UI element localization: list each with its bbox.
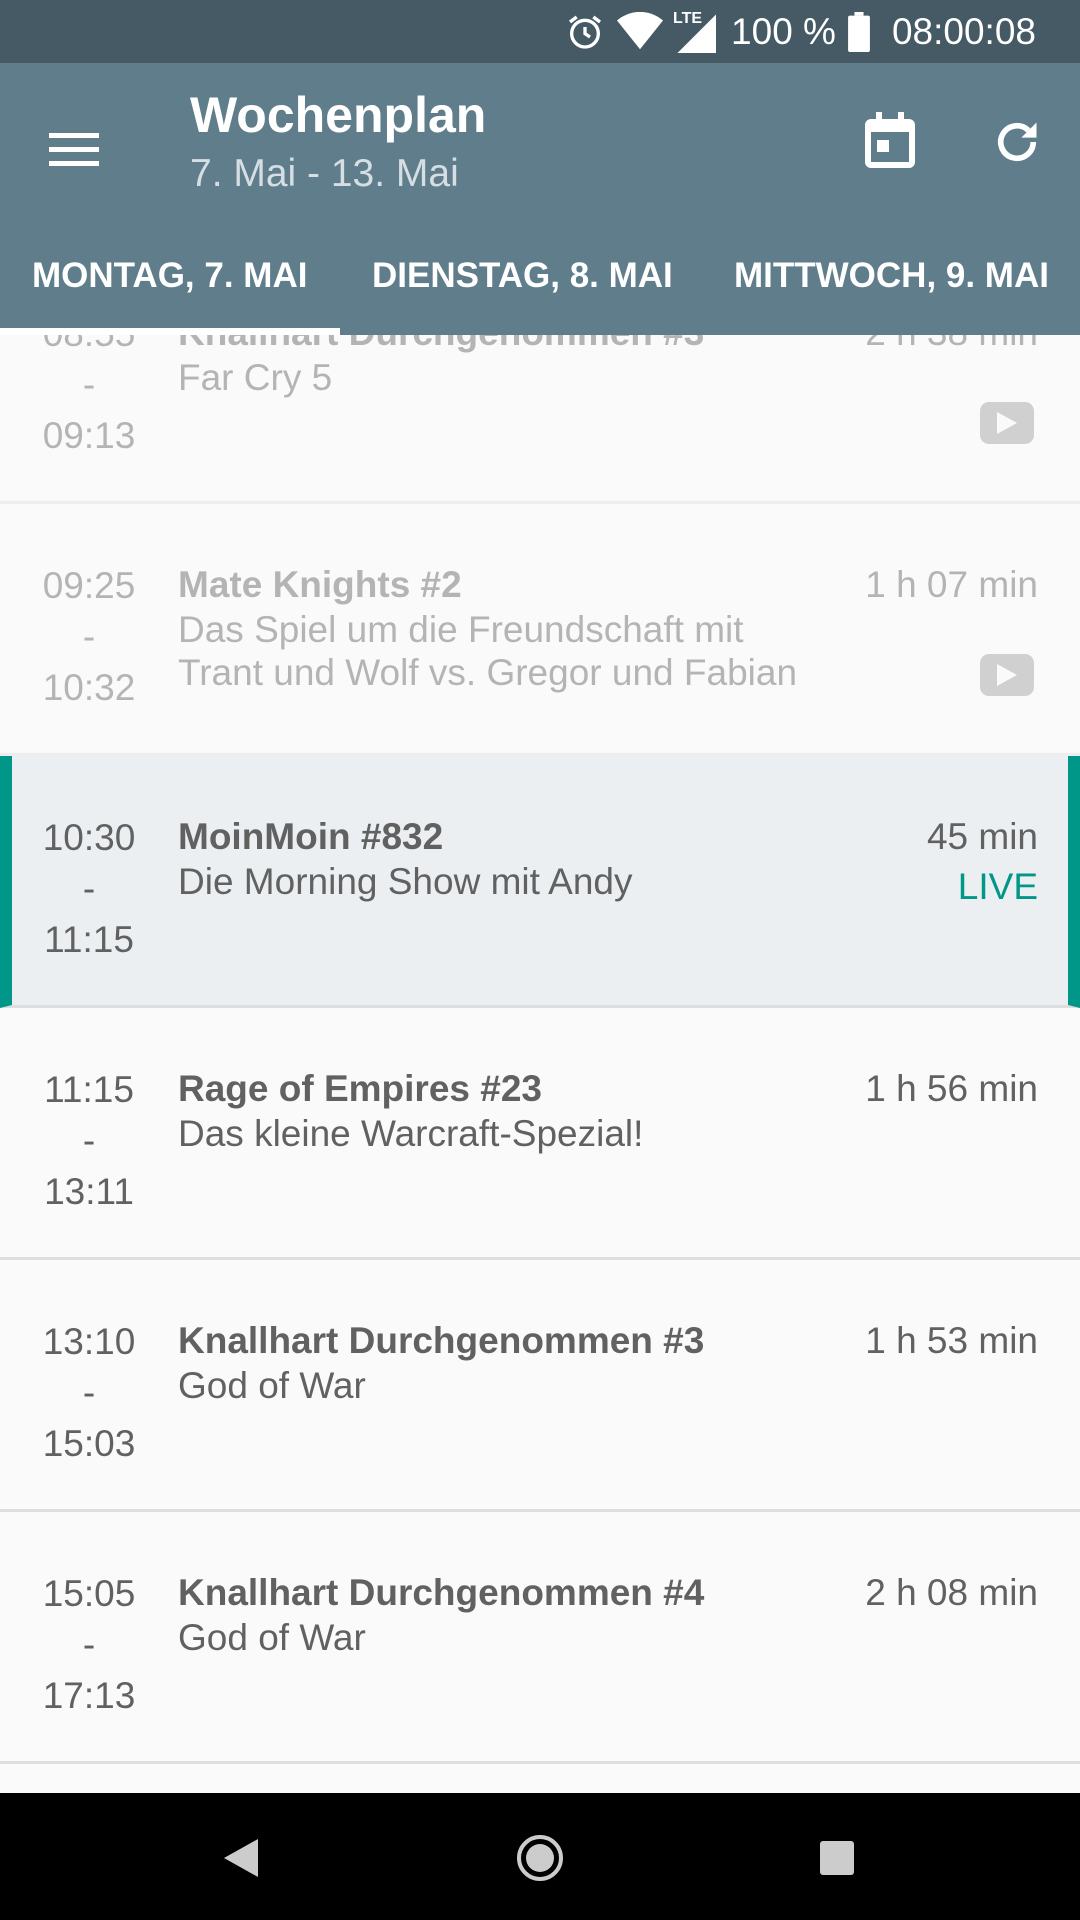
home-icon <box>517 1835 563 1881</box>
show-description: God of War <box>178 1617 366 1658</box>
calendar-icon <box>865 112 915 168</box>
show-duration: 1 h 53 min <box>865 1320 1038 1361</box>
start-time: 10:30 <box>42 817 136 858</box>
end-time: 09:13 <box>42 415 136 456</box>
alarm-icon <box>565 0 605 63</box>
home-button[interactable] <box>505 1823 575 1893</box>
clock: 08:00:08 <box>891 10 1036 52</box>
lte-label: LTE <box>673 10 703 27</box>
time-dash: - <box>82 616 96 657</box>
system-nav-bar <box>0 1793 1080 1920</box>
back-icon <box>224 1839 258 1877</box>
schedule-row[interactable]: 11:15 - 13:11 Rage of Empires #23 Das kl… <box>0 1008 1080 1260</box>
battery-icon <box>848 0 870 63</box>
schedule-row-live[interactable]: 10:30 - 11:15 MoinMoin #832 Die Morning … <box>0 756 1080 1008</box>
show-description: Das Spiel um die Freundschaft mit Trant … <box>178 609 798 693</box>
start-time: 08:55 <box>30 335 148 359</box>
show-duration: 1 h 56 min <box>865 1068 1038 1109</box>
start-time: 11:15 <box>44 1069 134 1110</box>
calendar-button[interactable] <box>858 105 922 175</box>
time-dash: - <box>82 364 96 405</box>
recents-button[interactable] <box>802 1823 872 1893</box>
signal-icon: LTE <box>673 0 717 63</box>
time-dash: - <box>82 1120 96 1161</box>
vod-play-icon[interactable] <box>980 654 1034 696</box>
time-range: 08:55 - 09:13 <box>30 335 148 461</box>
time-range: 11:15 - 13:11 <box>30 1064 148 1217</box>
time-range: 09:25 - 10:32 <box>30 560 148 713</box>
show-title: Mate Knights #2 <box>178 564 462 605</box>
show-description: Das kleine Warcraft-Spezial! <box>178 1113 644 1154</box>
tab-label: MITTWOCH, 9. MAI <box>734 256 1049 295</box>
date-range: 7. Mai - 13. Mai <box>190 152 459 195</box>
time-range: 13:10 - 15:03 <box>30 1316 148 1469</box>
page-title: Wochenplan <box>190 87 487 143</box>
tab-monday[interactable]: MONTAG, 7. MAI <box>0 246 340 335</box>
end-time: 13:11 <box>44 1171 134 1212</box>
status-bar: LTE 100 % 08:00:08 <box>0 0 1080 63</box>
tab-label: DIENSTAG, 8. MAI <box>372 256 673 295</box>
schedule-row[interactable]: 08:55 - 09:13 Knallhart Durchgenommen #3… <box>0 335 1080 504</box>
tab-wednesday[interactable]: MITTWOCH, 9. MAI <box>658 246 1080 335</box>
time-dash: - <box>82 1624 96 1665</box>
menu-icon <box>49 133 99 166</box>
time-dash: - <box>82 1372 96 1413</box>
time-range: 15:05 - 17:13 <box>30 1568 148 1721</box>
schedule-list[interactable]: 08:55 - 09:13 Knallhart Durchgenommen #3… <box>0 335 1080 1793</box>
schedule-row[interactable]: 13:10 - 15:03 Knallhart Durchgenommen #3… <box>0 1260 1080 1512</box>
show-title: Rage of Empires #23 <box>178 1068 542 1109</box>
battery-percent: 100 % <box>731 10 836 52</box>
day-tabs: MONTAG, 7. MAI DIENSTAG, 8. MAI MITTWOCH… <box>0 246 1080 335</box>
tab-tuesday[interactable]: DIENSTAG, 8. MAI <box>340 246 673 335</box>
end-time: 15:03 <box>42 1423 136 1464</box>
show-duration: 45 min <box>926 816 1038 857</box>
refresh-button[interactable] <box>980 105 1054 179</box>
show-description: God of War <box>178 1365 366 1406</box>
recents-icon <box>820 1841 854 1875</box>
start-time: 09:25 <box>42 565 136 606</box>
end-time: 10:32 <box>42 667 136 708</box>
end-time: 11:15 <box>44 919 134 960</box>
show-description: Die Morning Show mit Andy <box>178 861 633 902</box>
start-time: 15:05 <box>42 1573 136 1614</box>
live-badge: LIVE <box>957 866 1038 907</box>
refresh-icon <box>997 122 1037 162</box>
menu-button[interactable] <box>40 115 108 183</box>
show-title: MoinMoin #832 <box>178 816 444 857</box>
tab-label: MONTAG, 7. MAI <box>32 256 308 295</box>
wifi-icon <box>617 0 664 63</box>
show-title: Knallhart Durchgenommen #4 <box>178 1572 705 1613</box>
show-duration: 2 h 08 min <box>865 1572 1038 1613</box>
schedule-row[interactable]: 09:25 - 10:32 Mate Knights #2 Das Spiel … <box>0 504 1080 756</box>
schedule-row[interactable]: 15:05 - 17:13 Knallhart Durchgenommen #4… <box>0 1512 1080 1764</box>
show-duration: 2 h 38 min <box>865 335 1038 358</box>
show-title: Knallhart Durchgenommen #3 <box>178 1320 705 1361</box>
vod-play-icon[interactable] <box>980 402 1034 444</box>
show-duration: 1 h 07 min <box>865 564 1038 605</box>
time-dash: - <box>82 868 96 909</box>
back-button[interactable] <box>206 1823 276 1893</box>
start-time: 13:10 <box>42 1321 136 1362</box>
show-title: Knallhart Durchgenommen #3 <box>178 335 704 358</box>
show-description: Far Cry 5 <box>178 357 333 398</box>
app-bar: Wochenplan 7. Mai - 13. Mai MONTAG, 7. M… <box>0 63 1080 335</box>
time-range: 10:30 - 11:15 <box>30 812 148 965</box>
end-time: 17:13 <box>42 1675 136 1716</box>
